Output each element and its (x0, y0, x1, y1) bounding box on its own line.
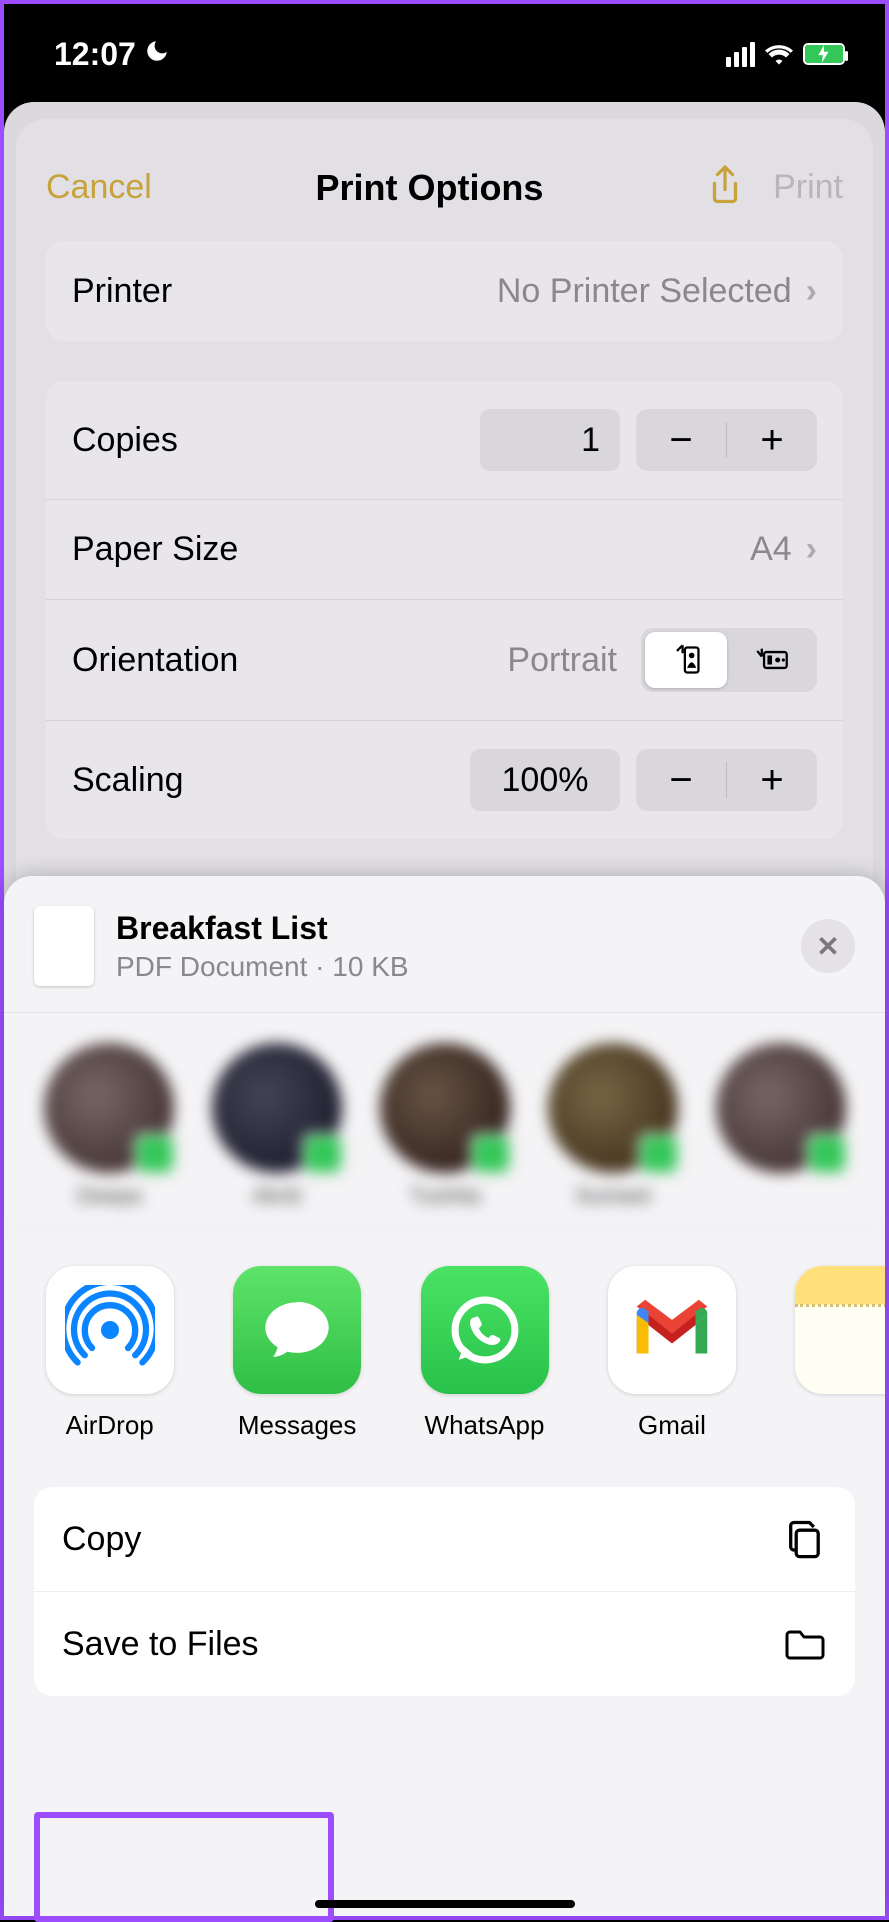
print-button[interactable]: Print (773, 168, 843, 207)
avatar (380, 1043, 510, 1173)
chevron-right-icon: › (806, 272, 817, 311)
app-badge-icon (806, 1133, 848, 1175)
paper-size-label: Paper Size (72, 530, 238, 569)
copy-icon (783, 1517, 827, 1561)
avatar (548, 1043, 678, 1173)
folder-icon (783, 1622, 827, 1666)
contacts-row: Deepa Akriti Tushita Sumeet (4, 1013, 885, 1230)
printer-value: No Printer Selected (497, 272, 792, 311)
orientation-landscape-button[interactable] (731, 632, 813, 688)
scaling-increment-button[interactable]: + (727, 749, 817, 811)
app-label: Messages (238, 1410, 357, 1441)
scaling-value[interactable]: 100% (470, 749, 620, 811)
messages-icon (233, 1266, 361, 1394)
status-bar: 12:07 (4, 4, 885, 104)
contact-item[interactable]: Deepa (44, 1043, 174, 1209)
contact-name: Tushita (409, 1183, 480, 1209)
copies-increment-button[interactable]: + (727, 409, 817, 471)
share-header: Breakfast List PDF Document · 10 KB ✕ (4, 876, 885, 1013)
app-gmail[interactable]: Gmail (606, 1266, 737, 1441)
app-notes[interactable] (794, 1266, 885, 1441)
printer-group: Printer No Printer Selected › (46, 241, 843, 341)
app-badge-icon (134, 1133, 176, 1175)
orientation-value: Portrait (507, 641, 617, 680)
app-label: Gmail (638, 1410, 706, 1441)
copies-row: Copies 1 − + (46, 381, 843, 499)
save-to-files-label: Save to Files (62, 1625, 259, 1664)
paper-size-row[interactable]: Paper Size A4 › (46, 499, 843, 599)
app-airdrop[interactable]: AirDrop (44, 1266, 175, 1441)
save-to-files-action[interactable]: Save to Files (34, 1591, 855, 1696)
contact-item[interactable]: Sumeet (548, 1043, 678, 1209)
contact-name: Akriti (253, 1183, 302, 1209)
app-label: AirDrop (66, 1410, 154, 1441)
app-messages[interactable]: Messages (231, 1266, 362, 1441)
app-badge-icon (638, 1133, 680, 1175)
close-button[interactable]: ✕ (801, 919, 855, 973)
contact-name: Sumeet (575, 1183, 651, 1209)
options-group: Copies 1 − + Paper Size A4 › Orientation… (46, 381, 843, 839)
contact-name (778, 1183, 784, 1209)
avatar (44, 1043, 174, 1173)
copies-value[interactable]: 1 (480, 409, 620, 471)
copy-action[interactable]: Copy (34, 1487, 855, 1591)
portrait-icon (671, 643, 701, 677)
orientation-portrait-button[interactable] (645, 632, 727, 688)
copies-decrement-button[interactable]: − (636, 409, 726, 471)
contact-name: Deepa (77, 1183, 142, 1209)
chevron-right-icon: › (806, 530, 817, 569)
avatar (716, 1043, 846, 1173)
nav-bar: Cancel Print Options Print (16, 144, 873, 241)
avatar (212, 1043, 342, 1173)
document-subtitle: PDF Document · 10 KB (116, 951, 779, 983)
contact-item[interactable]: Tushita (380, 1043, 510, 1209)
notes-icon (795, 1266, 885, 1394)
status-time: 12:07 (54, 36, 136, 73)
home-indicator (315, 1900, 575, 1908)
app-label (856, 1410, 863, 1441)
paper-size-value: A4 (750, 530, 792, 569)
actions-group: Copy Save to Files (34, 1487, 855, 1696)
share-icon[interactable] (707, 164, 743, 211)
copies-label: Copies (72, 421, 178, 460)
moon-icon (144, 38, 170, 71)
wifi-icon (765, 36, 793, 73)
app-badge-icon (470, 1133, 512, 1175)
app-badge-icon (302, 1133, 344, 1175)
document-title: Breakfast List (116, 910, 779, 947)
battery-icon (803, 43, 845, 65)
copy-label: Copy (62, 1520, 141, 1559)
close-icon: ✕ (816, 930, 839, 963)
cancel-button[interactable]: Cancel (46, 168, 152, 207)
printer-row[interactable]: Printer No Printer Selected › (46, 241, 843, 341)
scaling-stepper: − + (636, 749, 817, 811)
orientation-label: Orientation (72, 641, 238, 680)
cellular-icon (726, 42, 755, 67)
app-whatsapp[interactable]: WhatsApp (419, 1266, 550, 1441)
gmail-icon (608, 1266, 736, 1394)
annotation-highlight (34, 1812, 334, 1922)
page-title: Print Options (315, 167, 543, 209)
orientation-segmented (641, 628, 817, 692)
apps-row: AirDrop Messages WhatsApp (4, 1230, 885, 1459)
airdrop-icon (46, 1266, 174, 1394)
whatsapp-icon (421, 1266, 549, 1394)
scaling-row: Scaling 100% − + (46, 720, 843, 839)
contact-item[interactable]: Akriti (212, 1043, 342, 1209)
contact-item[interactable] (716, 1043, 846, 1209)
document-thumbnail (34, 906, 94, 986)
app-label: WhatsApp (425, 1410, 545, 1441)
scaling-decrement-button[interactable]: − (636, 749, 726, 811)
printer-label: Printer (72, 272, 172, 311)
share-sheet: Breakfast List PDF Document · 10 KB ✕ De… (4, 876, 885, 1916)
scaling-label: Scaling (72, 761, 184, 800)
orientation-row: Orientation Portrait (46, 599, 843, 720)
landscape-icon (755, 645, 789, 675)
copies-stepper: − + (636, 409, 817, 471)
